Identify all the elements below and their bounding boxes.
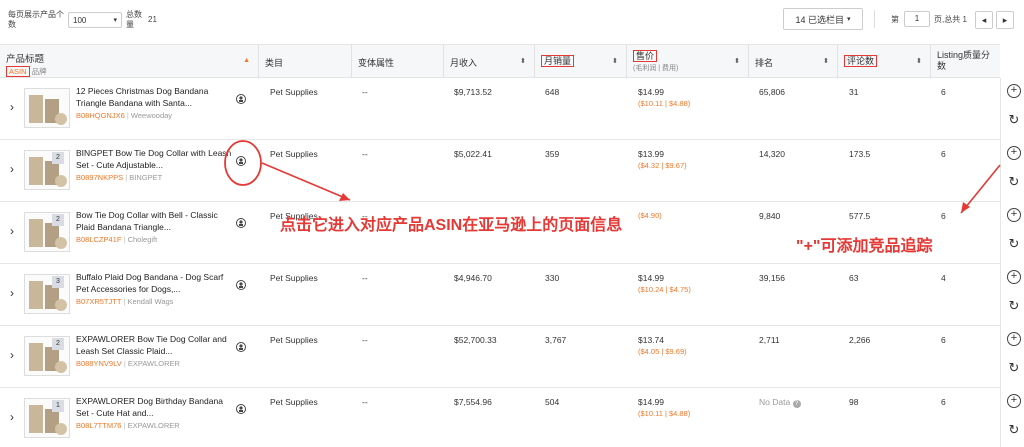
- plus-annotation: "+"可添加竞品追踪: [796, 238, 933, 255]
- annotation-arrow: [261, 162, 351, 201]
- asin-annotation: 点击它进入对应产品ASIN在亚马逊上的页面信息: [280, 217, 623, 234]
- annotation-circle: [224, 140, 262, 186]
- arrowhead-icon: [339, 193, 350, 201]
